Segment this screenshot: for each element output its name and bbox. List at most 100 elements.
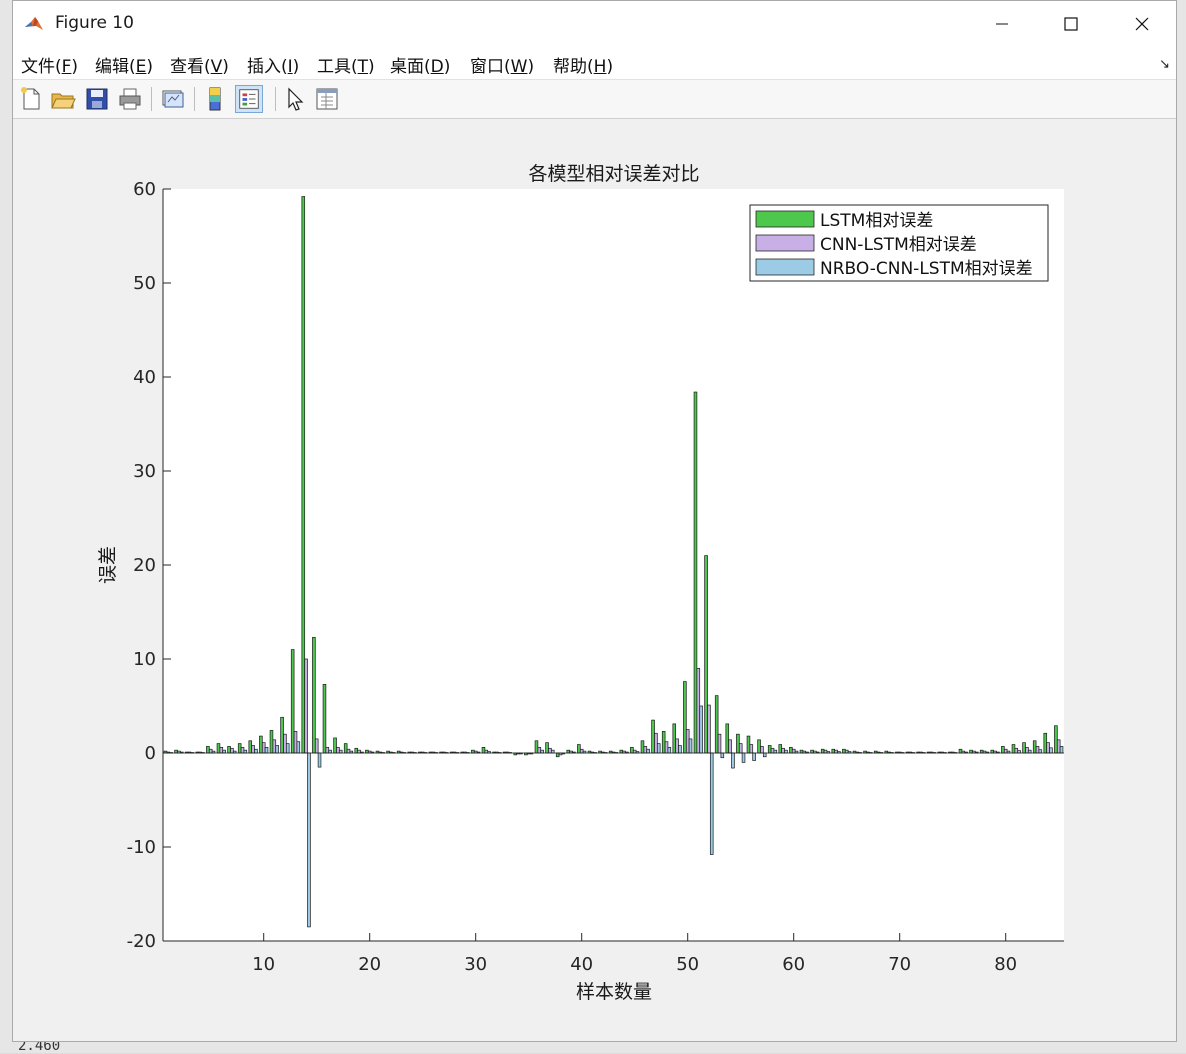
bar-cnn-lstm (1056, 739, 1061, 754)
y-tick-label: -20 (127, 931, 156, 952)
bar-cnn-lstm (346, 748, 351, 754)
legend-label-lstm: LSTM相对误差 (820, 211, 933, 231)
bar-lstm (545, 742, 549, 754)
x-tick-label: 30 (464, 954, 487, 975)
bar-nrbo-cnn-lstm (731, 752, 735, 769)
bar-cnn-lstm (749, 744, 754, 754)
x-axis-label: 样本数量 (576, 981, 652, 1003)
bar-nrbo-cnn-lstm (1049, 747, 1053, 754)
legend-label-cnn-lstm: CNN-LSTM相对误差 (820, 235, 977, 255)
bar-cnn-lstm (537, 747, 542, 754)
bar-cnn-lstm (643, 746, 648, 754)
bar-cnn-lstm (579, 748, 584, 754)
bar-cnn-lstm (1025, 747, 1029, 754)
x-tick-label: 10 (252, 954, 275, 975)
y-tick-label: 50 (133, 273, 156, 294)
bar-lstm (566, 749, 571, 754)
bar-lstm (227, 746, 231, 754)
bar-nrbo-cnn-lstm (699, 705, 703, 754)
x-tick-label: 40 (570, 954, 593, 975)
y-axis-label: 误差 (97, 546, 119, 584)
bar-cnn-lstm (230, 747, 234, 754)
bar-cnn-lstm (717, 733, 722, 754)
bar-lstm (216, 743, 221, 754)
bar-cnn-lstm (261, 742, 266, 754)
bar-cnn-lstm (632, 749, 637, 754)
x-tick-label: 80 (994, 954, 1017, 975)
bar-lstm (322, 684, 327, 754)
bar-lstm (174, 749, 178, 754)
y-tick-label: 60 (133, 179, 156, 200)
bar-nrbo-cnn-lstm (1038, 749, 1043, 754)
legend-swatch-cnn-lstm (755, 234, 815, 252)
bar-lstm (842, 748, 846, 754)
bar-lstm (481, 747, 486, 754)
bar-nrbo-cnn-lstm (773, 749, 778, 754)
bar-nrbo-cnn-lstm (667, 747, 672, 754)
bar-lstm (1032, 740, 1037, 754)
bar-cnn-lstm (791, 748, 796, 754)
bar-lstm (958, 748, 963, 754)
bar-lstm (269, 730, 274, 754)
bar-cnn-lstm (675, 738, 679, 754)
x-tick-label: 60 (782, 954, 805, 975)
bar-lstm (810, 749, 814, 754)
bar-nrbo-cnn-lstm (243, 749, 248, 754)
bar-cnn-lstm (336, 747, 340, 754)
bar-lstm (661, 731, 666, 754)
bar-cnn-lstm (664, 741, 669, 754)
bar-nrbo-cnn-lstm (784, 749, 788, 754)
bar-cnn-lstm (314, 738, 319, 754)
y-tick-label: 0 (145, 743, 156, 764)
bar-lstm (736, 733, 740, 754)
y-tick-label: 20 (133, 555, 156, 576)
bar-lstm (333, 737, 337, 754)
bar-lstm (704, 555, 708, 754)
bar-cnn-lstm (283, 733, 287, 754)
bar-nrbo-cnn-lstm (720, 752, 725, 759)
bar-nrbo-cnn-lstm (338, 749, 343, 754)
bar-cnn-lstm (1046, 742, 1050, 754)
bar-cnn-lstm (834, 749, 838, 754)
bar-nrbo-cnn-lstm (222, 749, 226, 754)
bar-chart: -20 -10 0 10 20 30 40 50 60 10 20 30 40 50 60 70 80 各模型相… (97, 163, 1064, 1003)
bar-nrbo-cnn-lstm (254, 748, 258, 754)
legend-swatch-nrbo-cnn-lstm (755, 258, 815, 276)
bar-cnn-lstm (728, 739, 732, 754)
bar-cnn-lstm (781, 747, 785, 754)
bar-lstm (831, 748, 836, 754)
y-tick-label: 40 (133, 367, 156, 388)
bar-cnn-lstm (325, 747, 330, 754)
bar-lstm (640, 740, 645, 754)
bar-lstm (290, 649, 295, 754)
bar-cnn-lstm (240, 747, 245, 754)
bar-lstm (990, 749, 995, 754)
bar-lstm (969, 749, 973, 754)
bar-cnn-lstm (823, 749, 828, 754)
bar-cnn-lstm (696, 668, 701, 754)
bar-cnn-lstm (548, 747, 552, 754)
bar-lstm (1054, 725, 1058, 754)
bar-nrbo-cnn-lstm (678, 745, 682, 754)
bar-cnn-lstm (760, 746, 764, 754)
bar-cnn-lstm (770, 747, 775, 754)
bar-cnn-lstm (272, 739, 277, 754)
bar-lstm (683, 681, 687, 754)
bar-lstm (630, 747, 634, 754)
bar-nrbo-cnn-lstm (752, 752, 756, 761)
x-tick-label: 20 (358, 954, 381, 975)
bar-cnn-lstm (357, 749, 361, 754)
bar-lstm (343, 743, 348, 754)
legend[interactable]: LSTM相对误差 CNN-LSTM相对误差 NRBO-CNN-LSTM相对误差 (749, 204, 1049, 282)
legend-swatch-lstm (755, 210, 815, 228)
bar-nrbo-cnn-lstm (1059, 746, 1064, 754)
bar-lstm (619, 749, 624, 754)
bar-lstm (555, 752, 560, 758)
bar-lstm (577, 744, 581, 754)
bar-nrbo-cnn-lstm (307, 752, 311, 928)
bar-lstm (1022, 742, 1026, 754)
bar-nrbo-cnn-lstm (1027, 749, 1032, 754)
bar-cnn-lstm (1014, 747, 1019, 754)
legend-label-nrbo-cnn-lstm: NRBO-CNN-LSTM相对误差 (820, 259, 1033, 279)
bar-nrbo-cnn-lstm (296, 741, 301, 754)
